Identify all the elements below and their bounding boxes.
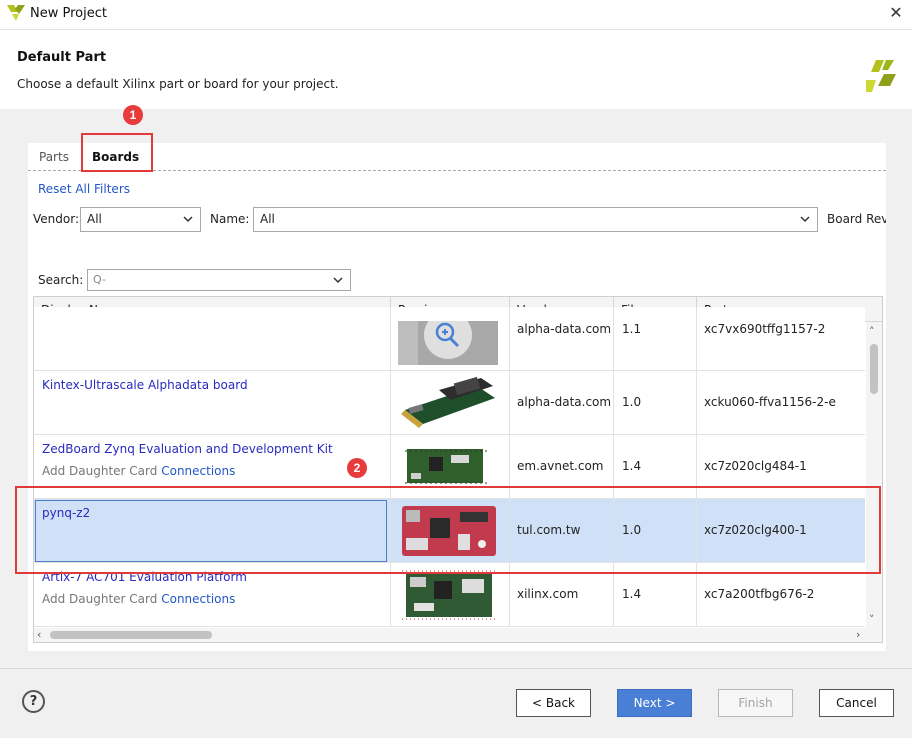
horizontal-scroll-thumb[interactable] [50, 631, 212, 639]
annotation-badge-1: 1 [123, 105, 143, 125]
chevron-down-icon[interactable] [332, 274, 344, 286]
finish-button[interactable]: Finish [718, 689, 793, 717]
chevron-down-icon [800, 216, 810, 223]
part-cell: xc7vx690tffg1157-2 [697, 307, 865, 371]
wizard-header: Default Part Choose a default Xilinx par… [0, 29, 912, 109]
close-icon[interactable]: ✕ [886, 3, 906, 23]
board-rev-label: Board Rev [827, 212, 886, 226]
vendor-text: alpha-data.com [517, 322, 612, 336]
vendor-text: alpha-data.com [517, 395, 612, 409]
name-select-value: All [260, 212, 275, 226]
add-daughter-card-text: Add Daughter Card [42, 592, 158, 606]
version-cell: 1.0 [614, 371, 697, 435]
tab-bar: Parts Boards [28, 143, 886, 171]
vendor-select-value: All [87, 212, 102, 226]
daughter-card-line: Add Daughter Card Connections [42, 464, 235, 478]
board-name-link[interactable]: Kintex-Ultrascale Alphadata board [42, 378, 248, 392]
name-select[interactable]: All [253, 207, 818, 232]
version-text: 1.0 [622, 395, 642, 409]
board-preview-image[interactable] [399, 376, 499, 430]
add-daughter-card-text: Add Daughter Card [42, 464, 158, 478]
board-preview-image[interactable] [401, 445, 491, 489]
help-icon[interactable]: ? [22, 690, 45, 713]
vendor-text: em.avnet.com [517, 459, 604, 473]
scroll-right-icon[interactable]: › [856, 629, 860, 641]
next-button[interactable]: Next > [617, 689, 692, 717]
back-button[interactable]: < Back [516, 689, 591, 717]
board-preview-image[interactable] [400, 567, 498, 623]
vertical-scroll-thumb[interactable] [870, 344, 878, 394]
vendor-select[interactable]: All [80, 207, 201, 232]
boards-panel: Parts Boards Reset All Filters Vendor: A… [28, 133, 886, 651]
board-preview-zoom-icon[interactable] [398, 321, 498, 365]
name-cell [34, 307, 391, 371]
annotation-badge-2: 2 [347, 458, 367, 478]
part-text: xc7z020clg484-1 [704, 459, 807, 473]
title-bar: New Project ✕ [0, 0, 912, 29]
reset-filters-link[interactable]: Reset All Filters [38, 182, 130, 196]
page-title: Default Part [17, 50, 107, 65]
connections-link[interactable]: Connections [161, 592, 235, 606]
scroll-down-icon[interactable]: ˅ [869, 614, 875, 626]
preview-cell [391, 371, 510, 435]
version-text: 1.1 [622, 322, 642, 336]
part-cell: xcku060-ffva1156-2-e [697, 371, 865, 435]
daughter-card-line: Add Daughter Card Connections [42, 592, 235, 606]
table-row[interactable]: alpha-data.com 1.1 xc7vx690tffg1157-2 [34, 307, 865, 371]
vendor-cell: alpha-data.com [510, 371, 614, 435]
connections-link[interactable]: Connections [161, 464, 235, 478]
version-cell: 1.1 [614, 307, 697, 371]
tab-parts[interactable]: Parts [39, 150, 69, 164]
search-placeholder: Q- [93, 273, 106, 286]
name-cell: Kintex-Ultrascale Alphadata board [34, 371, 391, 435]
scroll-up-icon[interactable]: ˄ [869, 326, 875, 338]
name-label: Name: [210, 212, 250, 226]
version-text: 1.4 [622, 587, 642, 601]
cancel-button[interactable]: Cancel [819, 689, 894, 717]
part-text: xcku060-ffva1156-2-e [704, 395, 836, 409]
annotation-highlight-boards-tab [81, 133, 153, 172]
annotation-highlight-selected-row [15, 486, 881, 574]
vivado-logo-icon [7, 5, 25, 21]
board-name-link[interactable]: ZedBoard Zynq Evaluation and Development… [42, 442, 333, 456]
page-subtitle: Choose a default Xilinx part or board fo… [17, 77, 339, 91]
vendor-cell: alpha-data.com [510, 307, 614, 371]
search-input[interactable]: Q- [87, 269, 351, 291]
chevron-down-icon [183, 216, 193, 223]
boards-table: Display Name Preview Vendor File Version… [33, 296, 883, 643]
vendor-text: xilinx.com [517, 587, 579, 601]
vendor-label: Vendor: [33, 212, 79, 226]
vertical-scrollbar[interactable]: ˄ ˅ [866, 322, 882, 628]
version-text: 1.4 [622, 459, 642, 473]
window-title: New Project [30, 6, 107, 21]
search-label: Search: [38, 273, 84, 287]
part-text: xc7vx690tffg1157-2 [704, 322, 826, 336]
wizard-footer: ? < Back Next > Finish Cancel [0, 668, 912, 738]
xilinx-logo-icon [866, 60, 896, 92]
table-row[interactable]: Kintex-Ultrascale Alphadata board alpha-… [34, 371, 865, 435]
preview-cell [391, 307, 510, 371]
part-text: xc7a200tfbg676-2 [704, 587, 815, 601]
scroll-left-icon[interactable]: ‹ [37, 629, 41, 641]
horizontal-scrollbar[interactable]: ‹ › [34, 628, 882, 642]
